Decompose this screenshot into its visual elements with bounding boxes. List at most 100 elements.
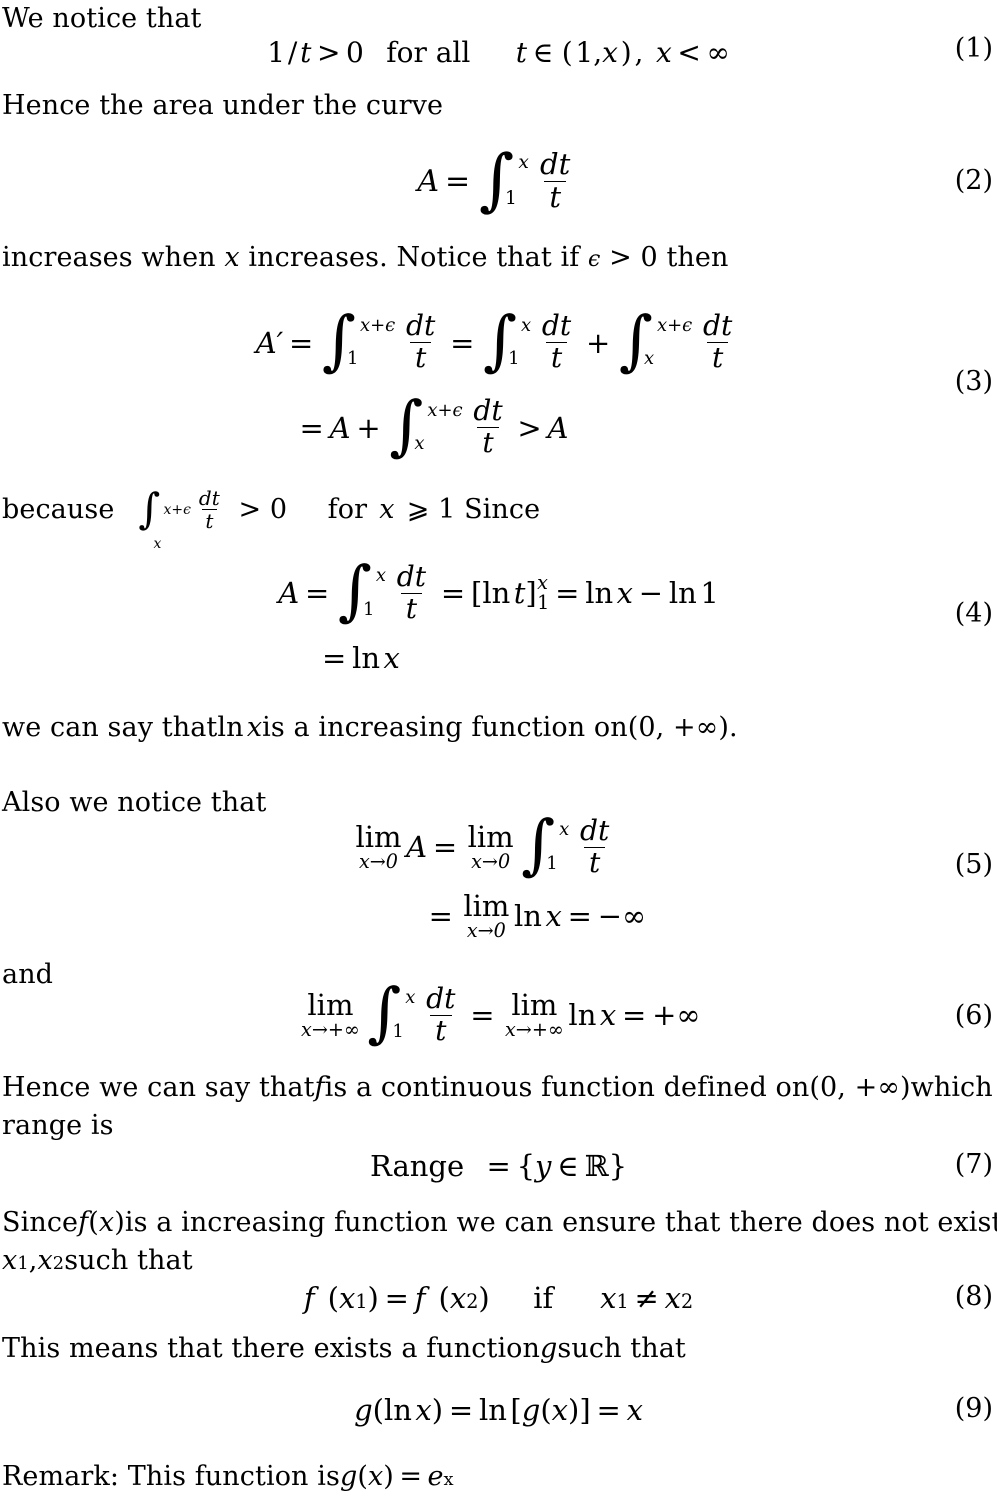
eq4-one: 1 (700, 576, 719, 610)
eq1-x2: x (655, 35, 672, 69)
equation-8-row: f (x 1) = f (x 2) if x1 ≠ x2 (0, 1276, 997, 1320)
eq3-equals-2: = (450, 325, 475, 360)
integral-upper-limit: x+ϵ (656, 314, 693, 336)
eq4-A: A (278, 576, 300, 610)
fraction-numerator: dt (580, 813, 610, 847)
eq5-equals-2: = (428, 899, 453, 933)
text-hence-f-continuous-line2: range is (2, 1109, 114, 1143)
text-run-b: such that (557, 1333, 686, 1364)
eq1-paren-close: ) (620, 35, 632, 69)
inline-integral-x-to-x-plus-eps: ∫ x+ϵ x (138, 487, 191, 552)
limit-x-to-0: lim x→0 (468, 822, 514, 872)
integral-limits: x+ϵ x (414, 400, 462, 454)
text-run-prefix: Remark: This function is (2, 1461, 340, 1492)
integral-limits: x 1 (505, 152, 529, 208)
eq2-A: A (417, 163, 440, 199)
equation-7-row: Range = {y ∈ ℝ} (0, 1144, 997, 1188)
eq8-x-subscript-1: 1 (355, 1290, 368, 1313)
integral-lower-limit: x (414, 433, 425, 455)
text-run-geq-one-since: ⩾ 1 Since (406, 493, 541, 525)
text-run-c: (0, +∞) (627, 712, 729, 743)
equation-number-7: (7) (954, 1149, 993, 1180)
eq5-x: x (545, 899, 562, 933)
text-since-fx-line1: Since f(x) is a increasing function we c… (2, 1206, 997, 1240)
integral-1-to-x: ∫ x 1 (338, 559, 386, 624)
fraction-numerator: dt (473, 394, 503, 428)
equation-number-1: (1) (954, 33, 993, 64)
eq9-equals-1: = (448, 1393, 474, 1427)
integral-1-to-x: ∫ x 1 (479, 146, 529, 214)
integral-lower-limit: x (153, 535, 162, 552)
eq9-x: x (415, 1393, 432, 1427)
eq1-infinity: ∞ (706, 35, 730, 69)
fraction-denominator: t (706, 342, 729, 373)
inline-paren-open: ( (357, 1461, 368, 1492)
eq8-not-equals: ≠ (634, 1281, 659, 1315)
inline-x: x (379, 493, 395, 525)
inline-e: e (427, 1461, 444, 1492)
text-run-c: (0, +∞) (809, 1072, 911, 1103)
integral-x-to-x-plus-eps: ∫ x+ϵ x (619, 308, 693, 373)
limit-subscript: x→+∞ (505, 1017, 564, 1041)
eq4-equals-4: = (322, 641, 347, 675)
integral-lower-limit: 1 (508, 348, 520, 370)
text-run-a: we can say that (2, 712, 218, 743)
integral-lower-limit: 1 (546, 852, 558, 874)
eq6-x: x (599, 998, 617, 1032)
eq8-f: f (303, 1281, 315, 1315)
eq1-zero: 0 (346, 35, 364, 69)
text-run-d: . (728, 712, 738, 743)
eq8-x-4: x (664, 1281, 681, 1315)
inline-paren-open: ( (88, 1207, 99, 1238)
equation-number-4: (4) (954, 598, 993, 629)
integral-limits: x+ϵ 1 (347, 315, 395, 369)
limit-x-to-plus-infinity: lim x→+∞ (301, 990, 360, 1040)
eq5-equals-1: = (432, 830, 458, 864)
text-run-a: increases when (2, 242, 225, 273)
bracket-lower-limit: 1 (537, 591, 550, 614)
eq4-equals-1: = (304, 576, 330, 610)
integral-lower-limit: 1 (362, 598, 375, 620)
eq4-equals-2: = (440, 576, 466, 610)
eq9-bracket-close: ] (579, 1393, 591, 1427)
equation-4-line-2: = ln x (278, 634, 719, 682)
equation-5-line-1: lim x→0 A = lim x→0 ∫ x 1 dt t (351, 808, 646, 886)
eq8-paren-open-2: ( (438, 1281, 450, 1315)
inline-equals: = (399, 1461, 423, 1492)
integral-upper-limit: x+ϵ (359, 314, 396, 336)
limit-operator: lim (467, 820, 514, 855)
integral-1-to-x: ∫ x 1 (367, 981, 415, 1046)
eq8-x-subscript-2: 2 (466, 1290, 479, 1313)
inline-comma: , (28, 1245, 38, 1276)
inline-x: x (246, 712, 263, 743)
eq5-A: A (406, 830, 428, 864)
fraction-denominator: t (409, 342, 432, 373)
inline-paren-close: ) (114, 1207, 125, 1238)
inline-x: x (224, 242, 240, 273)
integral-1-to-x: ∫ x 1 (521, 813, 569, 878)
eq1-t2: t (515, 35, 527, 69)
equation-number-5: (5) (954, 849, 993, 880)
integral-lower-limit: 1 (505, 187, 517, 209)
eq9-g2: g (521, 1393, 541, 1427)
equation-number-6: (6) (954, 1000, 993, 1031)
eq4-ln: ln (482, 576, 511, 610)
text-run-a: Since (2, 1207, 79, 1238)
inline-exponent-x: x (443, 1469, 454, 1490)
limit-subscript: x→+∞ (301, 1017, 360, 1041)
equation-2-body: A = ∫ x 1 dt t (417, 146, 579, 214)
equation-number-3: (3) (954, 366, 993, 397)
fraction-numerator: dt (540, 146, 571, 181)
eq4-ln3: ln (668, 576, 697, 610)
inline-epsilon: ϵ (587, 247, 601, 272)
fraction-denominator: t (400, 592, 423, 624)
eq6-equals-2: = (622, 998, 647, 1032)
eq1-t: t (300, 35, 312, 69)
fraction-dt-over-t: dt t (392, 562, 431, 624)
eq4-x: x (616, 576, 633, 610)
text-run-because: because (2, 493, 115, 525)
eq9-equals-2: = (596, 1393, 621, 1427)
eq8-paren-open: ( (327, 1281, 339, 1315)
eq7-y: y (535, 1149, 552, 1183)
equation-3-line-1: A′ = ∫ x+ϵ 1 dt t = ∫ x 1 dt t + ∫ x+ϵ x… (256, 300, 742, 385)
